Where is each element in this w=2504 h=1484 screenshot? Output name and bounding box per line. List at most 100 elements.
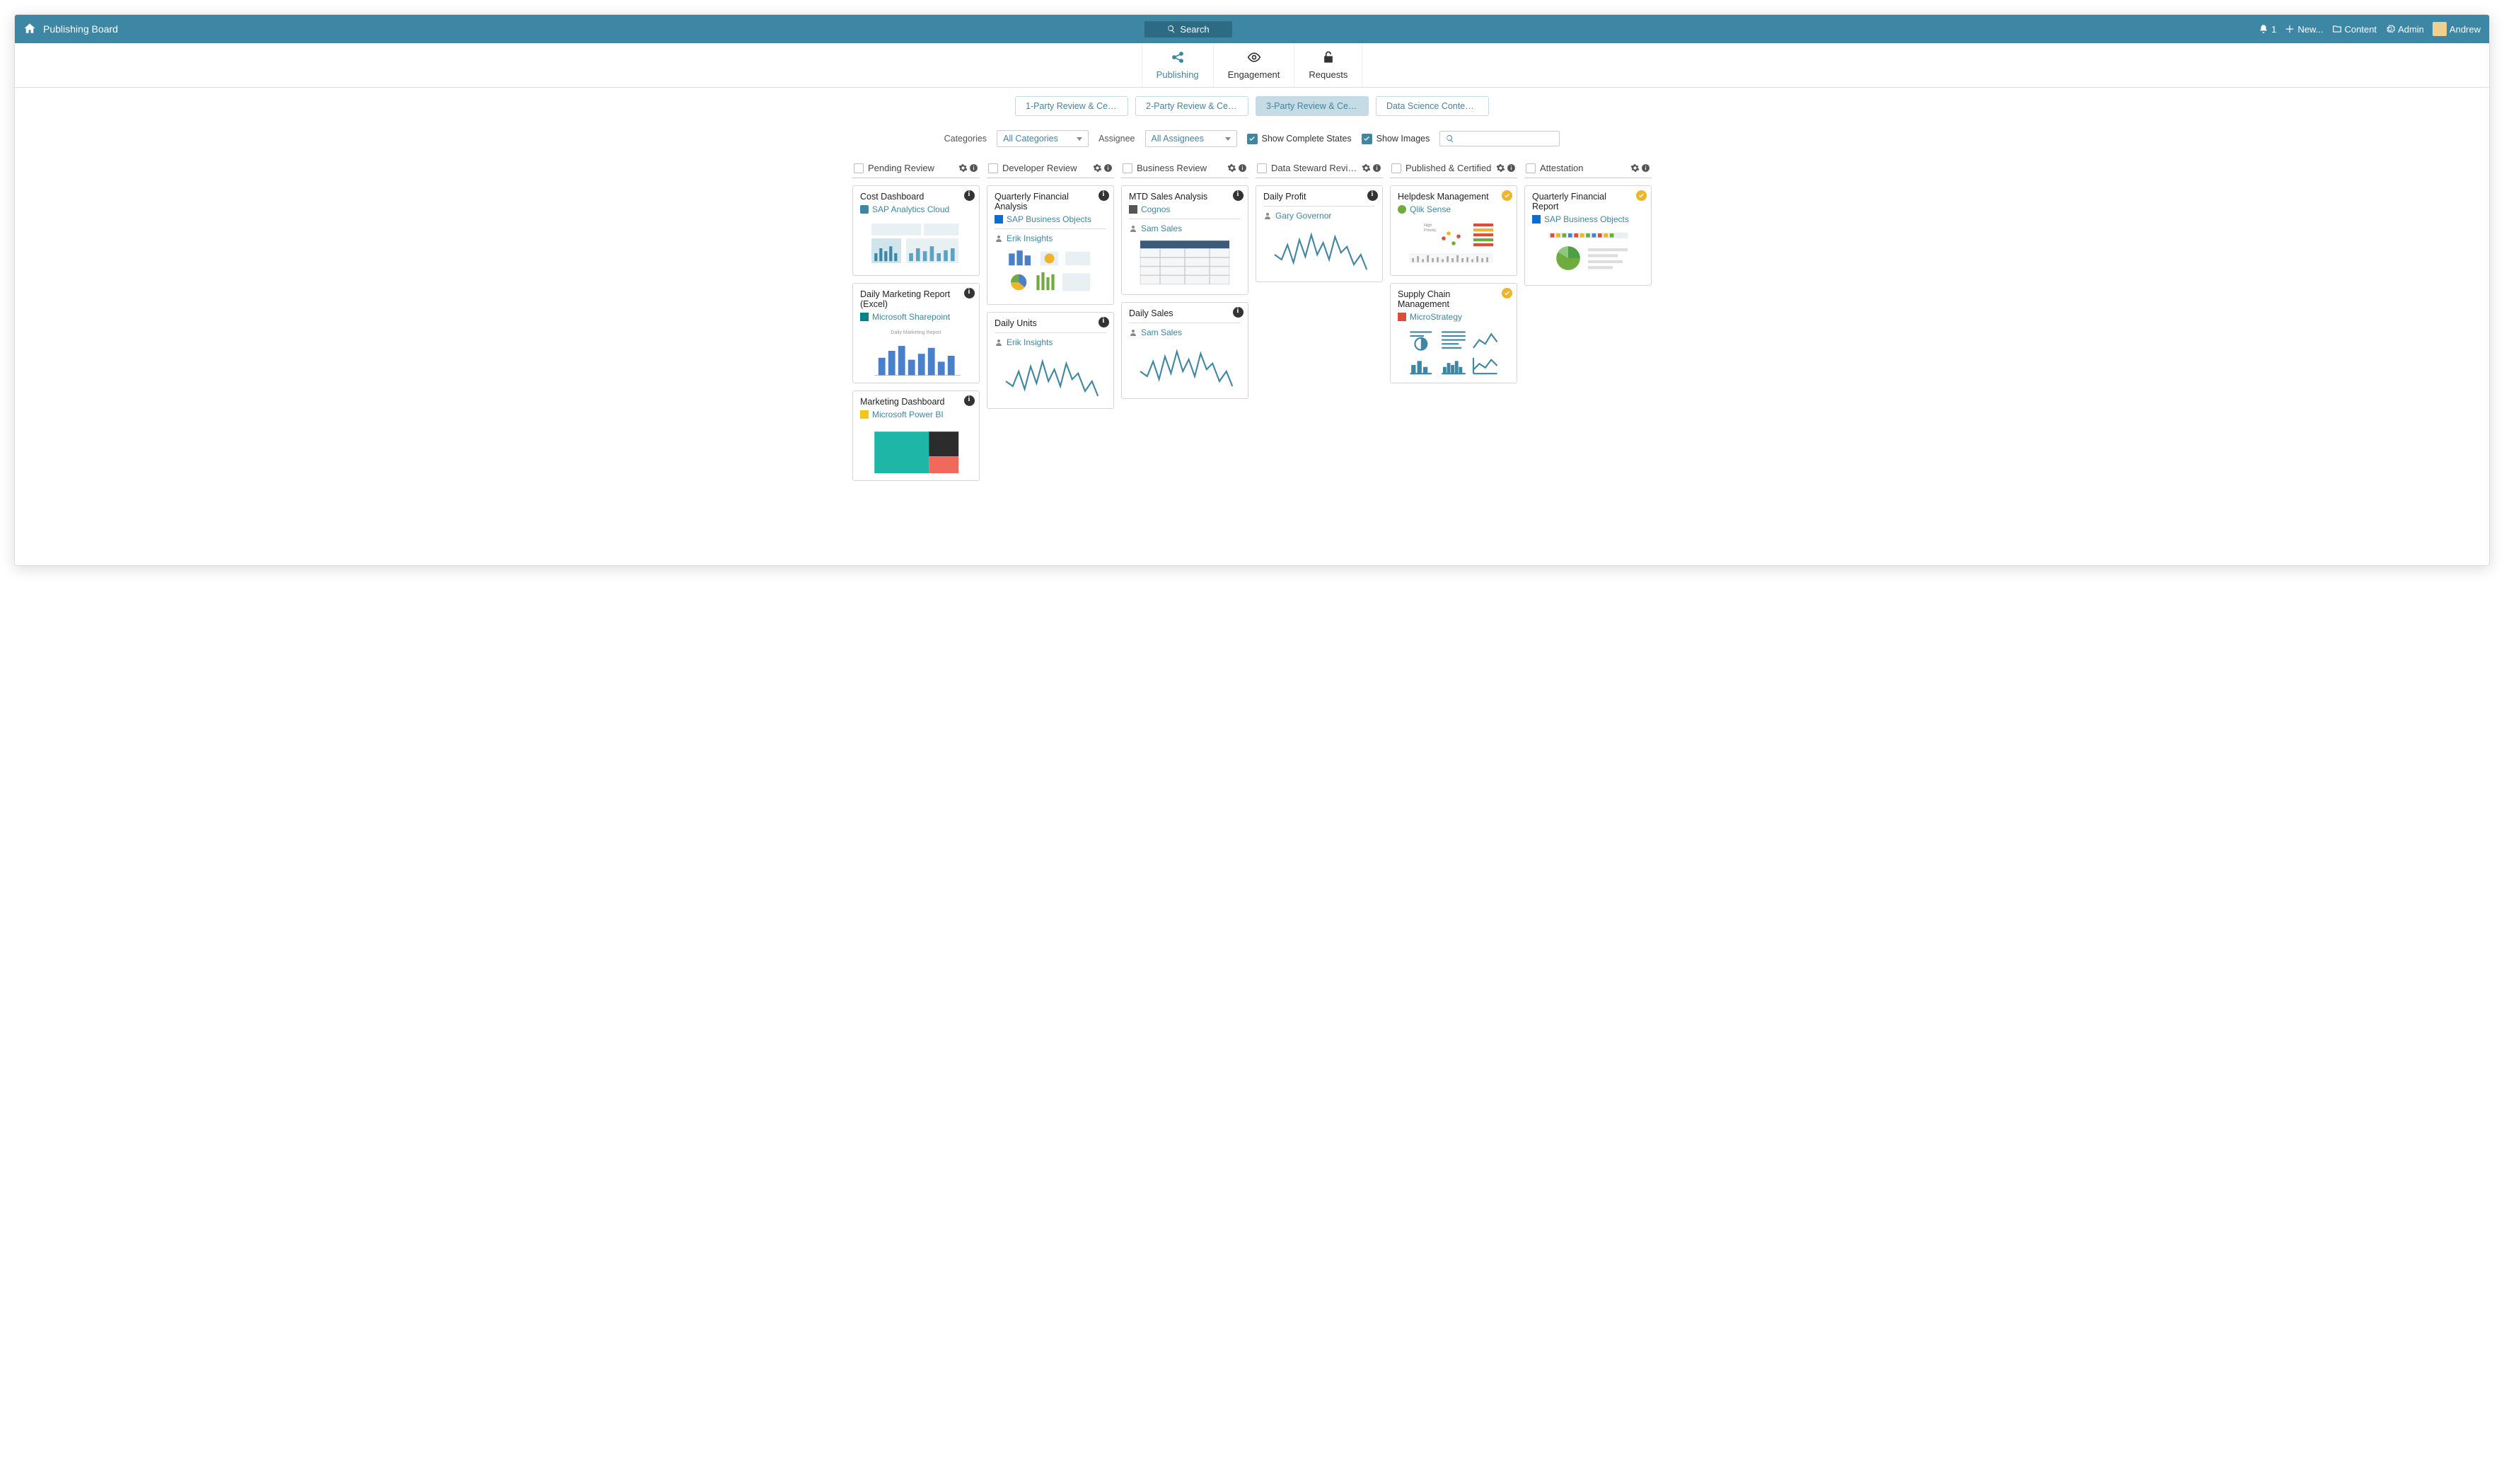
gear-icon[interactable] bbox=[1630, 163, 1640, 173]
folder-icon bbox=[2332, 24, 2342, 34]
card-thumbnail bbox=[860, 326, 972, 376]
source-link[interactable]: Microsoft Power BI bbox=[872, 410, 944, 419]
info-icon[interactable] bbox=[1372, 163, 1381, 173]
info-icon[interactable] bbox=[1103, 163, 1113, 173]
card-thumbnail bbox=[995, 248, 1106, 297]
filter-row: Categories All Categories Assignee All A… bbox=[15, 124, 2489, 158]
column-checkbox[interactable] bbox=[854, 163, 864, 173]
assignee-link[interactable]: Sam Sales bbox=[1141, 224, 1182, 233]
gear-icon[interactable] bbox=[958, 163, 968, 173]
info-icon[interactable] bbox=[1233, 190, 1244, 201]
board-card[interactable]: Daily Profit Gary Governor bbox=[1256, 185, 1383, 282]
info-icon[interactable] bbox=[1367, 190, 1378, 201]
workflow-tab[interactable]: 1-Party Review & Certifi… bbox=[1015, 96, 1128, 116]
board-card[interactable]: MTD Sales AnalysisCognosSam Sales bbox=[1121, 185, 1248, 295]
gear-icon[interactable] bbox=[1093, 163, 1102, 173]
eye-icon bbox=[1247, 50, 1261, 66]
categories-select[interactable]: All Categories bbox=[997, 130, 1089, 147]
board-card[interactable]: Marketing DashboardMicrosoft Power BI bbox=[852, 390, 980, 481]
certified-icon bbox=[1636, 190, 1647, 201]
assignee-link[interactable]: Erik Insights bbox=[1007, 337, 1053, 347]
workflow-tabs: 1-Party Review & Certifi… 2-Party Review … bbox=[15, 88, 2489, 124]
info-icon[interactable] bbox=[1099, 190, 1109, 201]
notifications-button[interactable]: 1 bbox=[2259, 24, 2276, 35]
board-card[interactable]: Quarterly Financial AnalysisSAP Business… bbox=[987, 185, 1114, 305]
card-title: Helpdesk Management bbox=[1398, 192, 1498, 202]
gear-icon bbox=[2385, 24, 2395, 34]
check-icon bbox=[1248, 135, 1256, 142]
column-checkbox[interactable] bbox=[1526, 163, 1536, 173]
source-icon bbox=[860, 205, 869, 214]
column-checkbox[interactable] bbox=[1391, 163, 1401, 173]
plus-icon bbox=[2285, 24, 2295, 34]
column-checkbox[interactable] bbox=[1123, 163, 1132, 173]
card-title: Daily Units bbox=[995, 318, 1095, 328]
source-link[interactable]: Cognos bbox=[1141, 204, 1170, 214]
board-card[interactable]: Quarterly Financial Report SAP Business O… bbox=[1524, 185, 1652, 286]
board-card[interactable]: Daily Sales Sam Sales bbox=[1121, 302, 1248, 399]
info-icon[interactable] bbox=[969, 163, 978, 173]
column-title: Published & Certified bbox=[1405, 163, 1492, 173]
column-title: Data Steward Review bbox=[1271, 163, 1357, 173]
new-button[interactable]: New... bbox=[2285, 24, 2323, 35]
card-title: Daily Marketing Report (Excel) bbox=[860, 289, 961, 309]
source-link[interactable]: SAP Business Objects bbox=[1544, 214, 1629, 224]
card-title: Daily Sales bbox=[1129, 308, 1229, 318]
assignee-link[interactable]: Sam Sales bbox=[1141, 327, 1182, 337]
workflow-tab[interactable]: Data Science Content … bbox=[1376, 96, 1489, 116]
board-card[interactable]: Supply Chain ManagementMicroStrategy bbox=[1390, 283, 1517, 383]
info-icon[interactable] bbox=[1641, 163, 1650, 173]
info-icon[interactable] bbox=[964, 288, 975, 298]
tab-label: Engagement bbox=[1228, 69, 1280, 80]
card-title: Cost Dashboard bbox=[860, 192, 961, 202]
board-column: Data Steward Review Daily Profit Gary Gove… bbox=[1256, 158, 1383, 481]
gear-icon[interactable] bbox=[1362, 163, 1371, 173]
certified-icon bbox=[1502, 288, 1512, 298]
workflow-tab[interactable]: 3-Party Review & Certifi… bbox=[1256, 96, 1369, 116]
info-icon[interactable] bbox=[1099, 317, 1109, 327]
user-icon bbox=[995, 338, 1003, 347]
user-icon bbox=[1129, 224, 1137, 233]
source-link[interactable]: SAP Analytics Cloud bbox=[872, 204, 949, 214]
source-link[interactable]: MicroStrategy bbox=[1410, 312, 1462, 322]
home-icon[interactable] bbox=[23, 22, 36, 37]
tab-engagement[interactable]: Engagement bbox=[1214, 43, 1295, 87]
source-link[interactable]: Microsoft Sharepoint bbox=[872, 312, 950, 322]
info-icon[interactable] bbox=[1507, 163, 1516, 173]
content-button[interactable]: Content bbox=[2332, 24, 2377, 35]
search-button[interactable]: Search bbox=[1144, 21, 1231, 37]
source-link[interactable]: Qlik Sense bbox=[1410, 204, 1451, 214]
assignee-select[interactable]: All Assignees bbox=[1145, 130, 1237, 147]
tab-requests[interactable]: Requests bbox=[1294, 43, 1362, 87]
admin-button[interactable]: Admin bbox=[2385, 24, 2424, 35]
show-images-checkbox[interactable]: Show Images bbox=[1362, 134, 1430, 144]
board-card[interactable]: Daily Units Erik Insights bbox=[987, 312, 1114, 409]
gear-icon[interactable] bbox=[1496, 163, 1505, 173]
card-thumbnail bbox=[1129, 342, 1241, 391]
tab-publishing[interactable]: Publishing bbox=[1142, 43, 1214, 87]
filter-search-input[interactable] bbox=[1439, 131, 1560, 146]
info-icon[interactable] bbox=[1238, 163, 1247, 173]
info-icon[interactable] bbox=[1233, 307, 1244, 318]
source-icon bbox=[1398, 313, 1406, 321]
card-title: Quarterly Financial Report bbox=[1532, 192, 1633, 211]
card-title: Daily Profit bbox=[1263, 192, 1364, 202]
info-icon[interactable] bbox=[964, 395, 975, 406]
column-checkbox[interactable] bbox=[1257, 163, 1267, 173]
info-icon[interactable] bbox=[964, 190, 975, 201]
board-column: AttestationQuarterly Financial ReportSAP… bbox=[1524, 158, 1652, 481]
board-card[interactable]: Helpdesk Management Qlik Sense bbox=[1390, 185, 1517, 276]
user-menu[interactable]: Andrew bbox=[2433, 22, 2481, 36]
source-icon bbox=[1398, 205, 1406, 214]
board-column: Pending ReviewCost DashboardSAP Analytic… bbox=[852, 158, 980, 481]
assignee-link[interactable]: Gary Governor bbox=[1275, 211, 1331, 221]
workflow-tab[interactable]: 2-Party Review & Certifi… bbox=[1135, 96, 1248, 116]
show-complete-checkbox[interactable]: Show Complete States bbox=[1247, 134, 1352, 144]
assignee-link[interactable]: Erik Insights bbox=[1007, 233, 1053, 243]
board-card[interactable]: Daily Marketing Report (Excel) Microsoft … bbox=[852, 283, 980, 383]
column-title: Developer Review bbox=[1002, 163, 1089, 173]
gear-icon[interactable] bbox=[1227, 163, 1236, 173]
column-checkbox[interactable] bbox=[988, 163, 998, 173]
source-link[interactable]: SAP Business Objects bbox=[1007, 214, 1091, 224]
board-card[interactable]: Cost Dashboard SAP Analytics Cloud bbox=[852, 185, 980, 276]
